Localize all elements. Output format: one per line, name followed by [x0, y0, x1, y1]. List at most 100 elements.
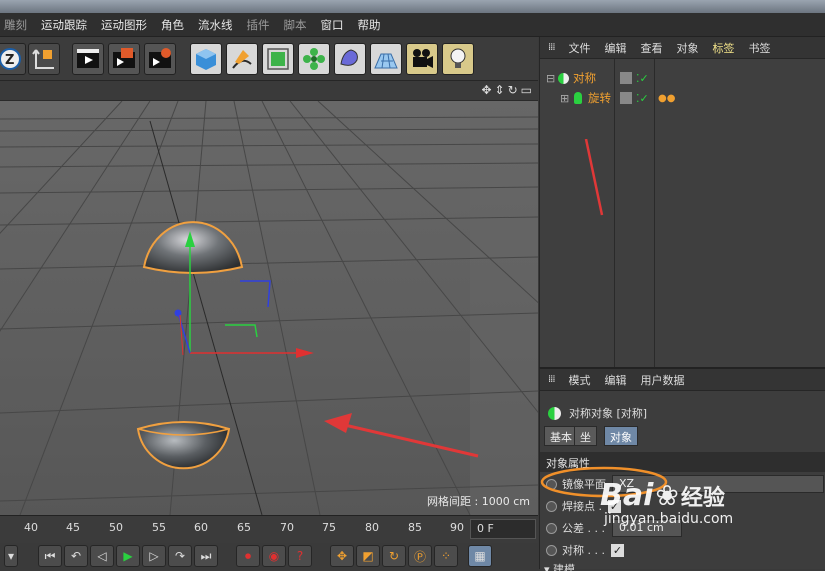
timeline-window-icon[interactable]: ▦ — [468, 545, 492, 567]
render-settings-icon[interactable] — [144, 43, 176, 75]
timeline-tick: 90 — [450, 521, 464, 534]
timeline-tick: 80 — [365, 521, 379, 534]
rotate-view-icon[interactable]: ↻ — [508, 83, 518, 97]
menu-mograph[interactable]: 运动图形 — [101, 17, 147, 33]
cube-icon[interactable] — [190, 43, 222, 75]
render-view-icon[interactable] — [72, 43, 104, 75]
layer-icon[interactable] — [620, 92, 632, 104]
floor-grid-icon[interactable] — [370, 43, 402, 75]
menu-script[interactable]: 脚本 — [284, 17, 307, 33]
animate-radio[interactable] — [546, 544, 557, 556]
om-menu-objects[interactable]: 对象 — [677, 40, 699, 56]
watermark-url: jingyan.baidu.com — [604, 511, 734, 527]
am-menu-user-data[interactable]: 用户数据 — [641, 372, 685, 388]
play-icon[interactable]: ▶ — [116, 545, 140, 567]
baidu-jingyan-watermark: Bai ❀ 经验 jingyan.baidu.com — [600, 478, 733, 527]
prev-key-icon[interactable]: ↶ — [64, 545, 88, 567]
go-to-start-icon[interactable]: ⏮ — [38, 545, 62, 567]
tolerance-label: 公差 . . . — [562, 522, 605, 535]
om-menu-edit[interactable]: 编辑 — [605, 40, 627, 56]
object-row[interactable]: ⊞ 旋转 ⁚✓ ●● — [540, 88, 825, 108]
symmetry-row: 对称 . . . ✓ — [540, 539, 825, 561]
animate-radio[interactable] — [546, 500, 557, 512]
tab-coord[interactable]: 坐 — [574, 426, 597, 446]
frame-stepper[interactable]: ▾ — [4, 545, 18, 567]
viewport-header: ✥ ⇕ ↻ ▭ — [0, 81, 538, 101]
transport-controls: ▾ ⏮ ↶ ◁ ▶ ▷ ↷ ⏭ ⏺ ◉ ? ✥ ◩ ↻ Ⓟ ⁘ ▦ — [0, 543, 538, 569]
om-menu-tags[interactable]: 标签 — [713, 40, 735, 56]
object-manager-menu: ⁞⁞⁞ 文件 编辑 查看 对象 标签 书签 — [540, 37, 825, 59]
menu-plugins[interactable]: 插件 — [247, 17, 270, 33]
subdivision-icon[interactable] — [262, 43, 294, 75]
key-position-icon[interactable]: ✥ — [330, 545, 354, 567]
modeling-section[interactable]: ▾ 建模 — [544, 561, 824, 571]
paw-icon: ❀ — [655, 479, 679, 512]
pen-spline-icon[interactable] — [226, 43, 258, 75]
next-key-icon[interactable]: ↷ — [168, 545, 192, 567]
phong-tag-icon[interactable]: ●● — [658, 93, 675, 104]
timeline-tick: 50 — [109, 521, 123, 534]
layer-icon[interactable] — [620, 72, 632, 84]
key-scale-icon[interactable]: ◩ — [356, 545, 380, 567]
lathe-object-icon — [574, 92, 582, 104]
menu-character[interactable]: 角色 — [161, 17, 184, 33]
move-view-icon[interactable]: ✥ — [481, 83, 491, 97]
dolly-view-icon[interactable]: ⇕ — [495, 83, 505, 97]
am-menu-mode[interactable]: 模式 — [569, 372, 591, 388]
record-keys-icon[interactable]: ⏺ — [236, 545, 260, 567]
main-toolbar: Z — [0, 37, 538, 81]
key-rotation-icon[interactable]: ↻ — [382, 545, 406, 567]
attribute-manager: ⁞⁞⁞ 模式 编辑 用户数据 对称对象 [对称] 基本 坐 对象 对象属性 镜像… — [539, 367, 825, 571]
go-to-end-icon[interactable]: ⏭ — [194, 545, 218, 567]
camera-icon[interactable] — [406, 43, 438, 75]
key-parameter-icon[interactable]: Ⓟ — [408, 545, 432, 567]
om-menu-file[interactable]: 文件 — [569, 40, 591, 56]
visibility-check-icon[interactable]: ⁚✓ — [636, 92, 649, 105]
tree-expand-icon[interactable]: ⊟ — [546, 72, 555, 85]
light-icon[interactable] — [442, 43, 474, 75]
grid-spacing-label: 网格间距 : 1000 cm — [427, 495, 530, 508]
menu-pipeline[interactable]: 流水线 — [198, 17, 233, 33]
timeline-tick: 45 — [66, 521, 80, 534]
main-menubar: 雕刻 运动跟踪 运动图形 角色 流水线 插件 脚本 窗口 帮助 — [0, 13, 825, 37]
panel-grip-icon[interactable]: ⁞⁞⁞ — [548, 374, 555, 385]
axis-icon[interactable] — [28, 43, 60, 75]
next-frame-icon[interactable]: ▷ — [142, 545, 166, 567]
menu-window[interactable]: 窗口 — [321, 17, 344, 33]
key-pla-icon[interactable]: ⁘ — [434, 545, 458, 567]
om-menu-bookmarks[interactable]: 书签 — [749, 40, 771, 56]
current-frame-field[interactable]: 0 F — [470, 519, 536, 539]
om-menu-view[interactable]: 查看 — [641, 40, 663, 56]
visibility-check-icon[interactable]: ⁚✓ — [636, 72, 649, 85]
panel-grip-icon[interactable]: ⁞⁞⁞ — [548, 42, 555, 53]
tab-object[interactable]: 对象 — [604, 426, 638, 446]
attribute-title: 对称对象 [对称] — [569, 407, 648, 420]
object-row[interactable]: ⊟ 对称 ⁚✓ — [540, 68, 825, 88]
deformer-icon[interactable] — [334, 43, 366, 75]
symmetry-checkbox[interactable]: ✓ — [610, 543, 624, 557]
watermark-brand-2: 经验 — [680, 485, 725, 511]
undo-z-icon[interactable]: Z — [0, 43, 26, 75]
mograph-cloner-icon[interactable] — [298, 43, 330, 75]
3d-viewport[interactable]: 网格间距 : 1000 cm — [0, 101, 538, 515]
tree-expand-icon[interactable]: ⊞ — [560, 92, 569, 105]
timeline-tick: 70 — [280, 521, 294, 534]
timeline-tick: 60 — [194, 521, 208, 534]
keyframe-selection-icon[interactable]: ? — [288, 545, 312, 567]
object-name[interactable]: 对称 — [573, 70, 596, 86]
menu-motion-tracking[interactable]: 运动跟踪 — [41, 17, 87, 33]
timeline-tick: 65 — [237, 521, 251, 534]
timeline-tick: 40 — [24, 521, 38, 534]
menu-help[interactable]: 帮助 — [358, 17, 381, 33]
am-menu-edit[interactable]: 编辑 — [605, 372, 627, 388]
maximize-view-icon[interactable]: ▭ — [521, 83, 532, 97]
object-name[interactable]: 旋转 — [588, 90, 611, 106]
tab-basic[interactable]: 基本 — [544, 426, 578, 446]
svg-text:Z: Z — [5, 53, 14, 68]
menu-sculpt[interactable]: 雕刻 — [4, 17, 27, 33]
auto-key-icon[interactable]: ◉ — [262, 545, 286, 567]
timeline-ruler[interactable]: 40 45 50 55 60 65 70 75 80 85 90 — [0, 515, 538, 543]
render-region-icon[interactable] — [108, 43, 140, 75]
prev-frame-icon[interactable]: ◁ — [90, 545, 114, 567]
animate-radio[interactable] — [546, 522, 557, 534]
